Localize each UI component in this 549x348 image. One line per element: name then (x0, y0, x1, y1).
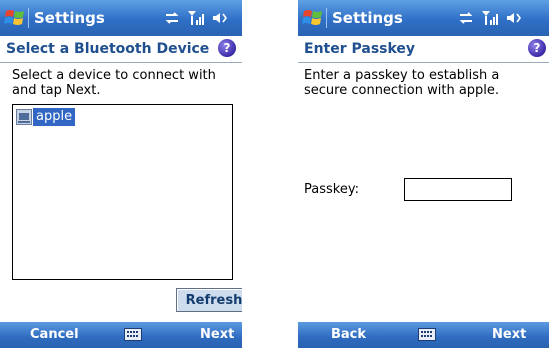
list-item[interactable]: apple (16, 108, 76, 126)
page-title: Enter Passkey (304, 41, 416, 57)
page-title: Select a Bluetooth Device (6, 41, 210, 57)
keyboard-icon[interactable] (418, 328, 436, 341)
softkey-bar: Cancel Next (0, 322, 242, 348)
back-softkey[interactable]: Back (331, 327, 366, 343)
help-icon[interactable]: ? (218, 39, 236, 57)
status-icons (458, 9, 522, 27)
title-bar: Settings (0, 0, 242, 36)
windows-start-icon[interactable] (301, 6, 325, 30)
page-header: Select a Bluetooth Device ? (0, 36, 242, 63)
device-icon (16, 109, 32, 125)
status-icons (164, 9, 228, 27)
app-title: Settings (34, 9, 105, 27)
instruction-text: Enter a passkey to establish a secure co… (304, 68, 500, 98)
connectivity-icon[interactable] (164, 11, 180, 25)
signal-icon[interactable] (481, 10, 499, 26)
select-device-screen: Settings Select a Bluetooth Device ? Sel… (0, 0, 242, 348)
title-bar: Settings (298, 0, 549, 36)
signal-icon[interactable] (187, 10, 205, 26)
next-softkey[interactable]: Next (492, 327, 526, 343)
title-separator (28, 8, 29, 28)
page-header: Enter Passkey ? (298, 36, 549, 63)
keyboard-icon[interactable] (124, 328, 142, 341)
connectivity-icon[interactable] (458, 11, 474, 25)
refresh-button[interactable]: Refresh (176, 288, 242, 312)
speaker-icon[interactable] (506, 11, 522, 25)
passkey-label: Passkey: (304, 182, 359, 197)
help-icon[interactable]: ? (528, 39, 546, 57)
next-softkey[interactable]: Next (200, 327, 234, 343)
device-name: apple (33, 108, 76, 126)
speaker-icon[interactable] (212, 11, 228, 25)
app-title: Settings (332, 9, 403, 27)
windows-start-icon[interactable] (3, 6, 27, 30)
passkey-input[interactable] (404, 178, 512, 201)
device-list[interactable]: apple (12, 104, 233, 280)
title-separator (326, 8, 327, 28)
softkey-bar: Back Next (298, 322, 549, 348)
cancel-softkey[interactable]: Cancel (30, 327, 79, 343)
enter-passkey-screen: Settings Enter Passkey ? Enter a passkey… (298, 0, 549, 348)
instruction-text: Select a device to connect with and tap … (12, 68, 216, 98)
